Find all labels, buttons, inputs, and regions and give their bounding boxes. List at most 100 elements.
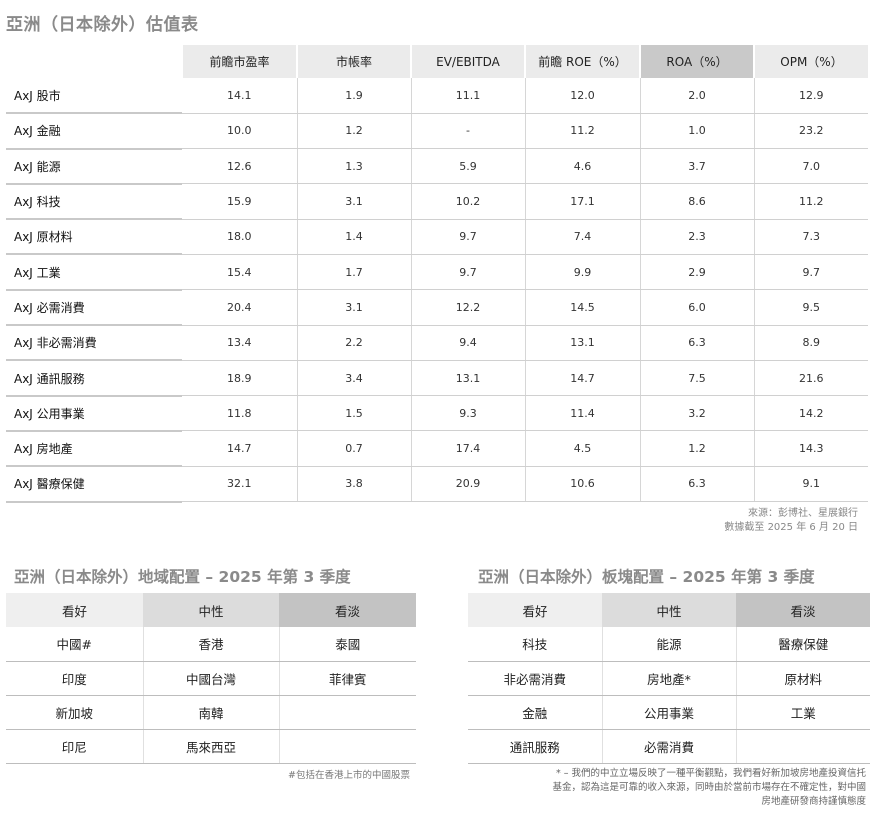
regional-row: 印度 中國台灣 菲律賓 [6,661,416,696]
value-cell: 5.9 [410,148,525,185]
value-cell: 12.2 [410,289,525,326]
regional-cell: 中國台灣 [142,661,279,696]
value-cell: 9.7 [410,219,525,255]
row-label: AxJ 必需消費 [6,289,182,327]
value-cell: 6.3 [639,325,754,361]
row-label: AxJ 科技 [6,183,182,221]
sector-cell: 工業 [735,695,870,730]
valuation-row: AxJ 通訊服務 18.9 3.4 13.1 14.7 7.5 21.6 [6,360,868,397]
valuation-row: AxJ 股市 14.1 1.9 11.1 12.0 2.0 12.9 [6,78,868,115]
value-cell: 17.1 [524,183,640,220]
value-cell: 7.5 [639,360,754,397]
sector-row: 金融 公用事業 工業 [468,695,870,730]
value-cell: 4.5 [524,430,640,467]
sector-title: 亞洲（日本除外）板塊配置 – 2025 年第 3 季度 [478,568,815,586]
value-cell: 12.6 [182,148,297,185]
row-label: AxJ 金融 [6,113,182,150]
value-cell: 7.4 [524,219,640,255]
sector-cell: 公用事業 [601,695,736,730]
regional-cell [278,729,416,764]
source-line: 來源：彭博社、星展銀行 [748,508,858,519]
value-cell: 1.7 [296,254,411,291]
valuation-row: AxJ 醫療保健 32.1 3.8 20.9 10.6 6.3 9.1 [6,466,868,503]
value-cell: 32.1 [182,466,297,503]
col-header-pb: 市帳率 [296,45,411,78]
value-cell: 14.5 [524,289,640,326]
regional-row: 印尼 馬來西亞 [6,729,416,764]
regional-cell: 馬來西亞 [142,729,279,764]
row-label: AxJ 通訊服務 [6,360,182,397]
regional-cell: 南韓 [142,695,279,730]
sector-cell: 必需消費 [601,729,736,764]
valuation-title: 亞洲（日本除外）估值表 [6,15,199,35]
value-cell: 3.7 [639,148,754,185]
value-cell: 13.4 [182,325,297,361]
value-cell: 18.0 [182,219,297,255]
regional-cell: 印度 [6,661,143,696]
sector-cell: 能源 [601,627,736,662]
row-label: AxJ 原材料 [6,219,182,256]
value-cell: 9.7 [753,254,868,291]
sector-header-neutral: 中性 [602,593,736,627]
valuation-row: AxJ 必需消費 20.4 3.1 12.2 14.5 6.0 9.5 [6,289,868,327]
value-cell: 11.2 [524,113,640,150]
value-cell: 12.0 [524,78,640,114]
valuation-row: AxJ 工業 15.4 1.7 9.7 9.9 2.9 9.7 [6,254,868,291]
value-cell: 8.9 [753,325,868,361]
value-cell: 10.2 [410,183,525,220]
value-cell: 13.1 [410,360,525,397]
sector-footnote-line: 基金，認為這是可靠的收入來源，同時由於當前市場存在不確定性，對中國 [552,782,866,793]
value-cell: 6.0 [639,289,754,326]
regional-title: 亞洲（日本除外）地域配置 – 2025 年第 3 季度 [14,568,351,586]
col-header-forward-pe: 前瞻市盈率 [181,45,297,78]
valuation-table: 前瞻市盈率 市帳率 EV/EBITDA 前瞻 ROE（%） ROA（%） OPM… [6,45,868,503]
value-cell: 9.9 [524,254,640,291]
value-cell: 9.1 [753,466,868,503]
sector-cell: 房地產* [601,661,736,696]
value-cell: 6.3 [639,466,754,503]
sector-cell: 通訊服務 [468,729,602,764]
value-cell: 9.3 [410,395,525,432]
sector-footnote-line: 房地產研發商持謹慎態度 [761,796,866,807]
value-cell: 3.8 [296,466,411,503]
valuation-row: AxJ 金融 10.0 1.2-11.2 1.0 23.2 [6,113,868,150]
regional-footnote: #包括在香港上市的中國股票 [288,770,410,781]
header-blank [6,45,182,78]
value-cell: 0.7 [296,430,411,467]
value-cell: 14.7 [182,430,297,467]
valuation-row: AxJ 科技 15.9 3.1 10.2 17.1 8.6 11.2 [6,183,868,221]
col-header-roa: ROA（%） [639,45,754,78]
row-label: AxJ 能源 [6,148,182,185]
sector-cell: 原材料 [735,661,870,696]
sector-cell: 金融 [468,695,602,730]
value-cell: 1.0 [639,113,754,150]
sector-row: 非必需消費 房地產* 原材料 [468,661,870,696]
row-label: AxJ 工業 [6,254,182,291]
regional-cell: 菲律賓 [278,661,416,696]
value-cell: 13.1 [524,325,640,361]
value-cell: 3.1 [296,289,411,326]
regional-row: 新加坡 南韓 [6,695,416,730]
value-cell: 20.9 [410,466,525,503]
valuation-row: AxJ 原材料 18.0 1.4 9.7 7.4 2.3 7.3 [6,219,868,256]
value-cell: 11.1 [410,78,525,114]
value-cell: 9.7 [410,254,525,291]
value-cell: 2.3 [639,219,754,255]
value-cell: 15.9 [182,183,297,220]
value-cell: 14.2 [753,395,868,432]
valuation-row: AxJ 房地產 14.7 0.7 17.4 4.5 1.2 14.3 [6,430,868,468]
sector-footnote-line: * – 我們的中立立場反映了一種平衡觀點，我們看好新加坡房地產投資信托 [555,768,866,779]
regional-header-overweight: 看好 [6,593,143,627]
source-note: 來源：彭博社、星展銀行 數據截至 2025 年 6 月 20 日 [724,507,858,535]
value-cell: 11.4 [524,395,640,432]
sector-cell [735,729,870,764]
sector-header-overweight: 看好 [468,593,602,627]
value-cell: 23.2 [753,113,868,150]
value-cell: 14.3 [753,430,868,467]
value-cell: 3.2 [639,395,754,432]
data-date-line: 數據截至 2025 年 6 月 20 日 [724,522,858,533]
value-cell: 7.3 [753,219,868,255]
value-cell: 9.4 [410,325,525,361]
col-header-opm: OPM（%） [753,45,868,78]
value-cell: 2.0 [639,78,754,114]
